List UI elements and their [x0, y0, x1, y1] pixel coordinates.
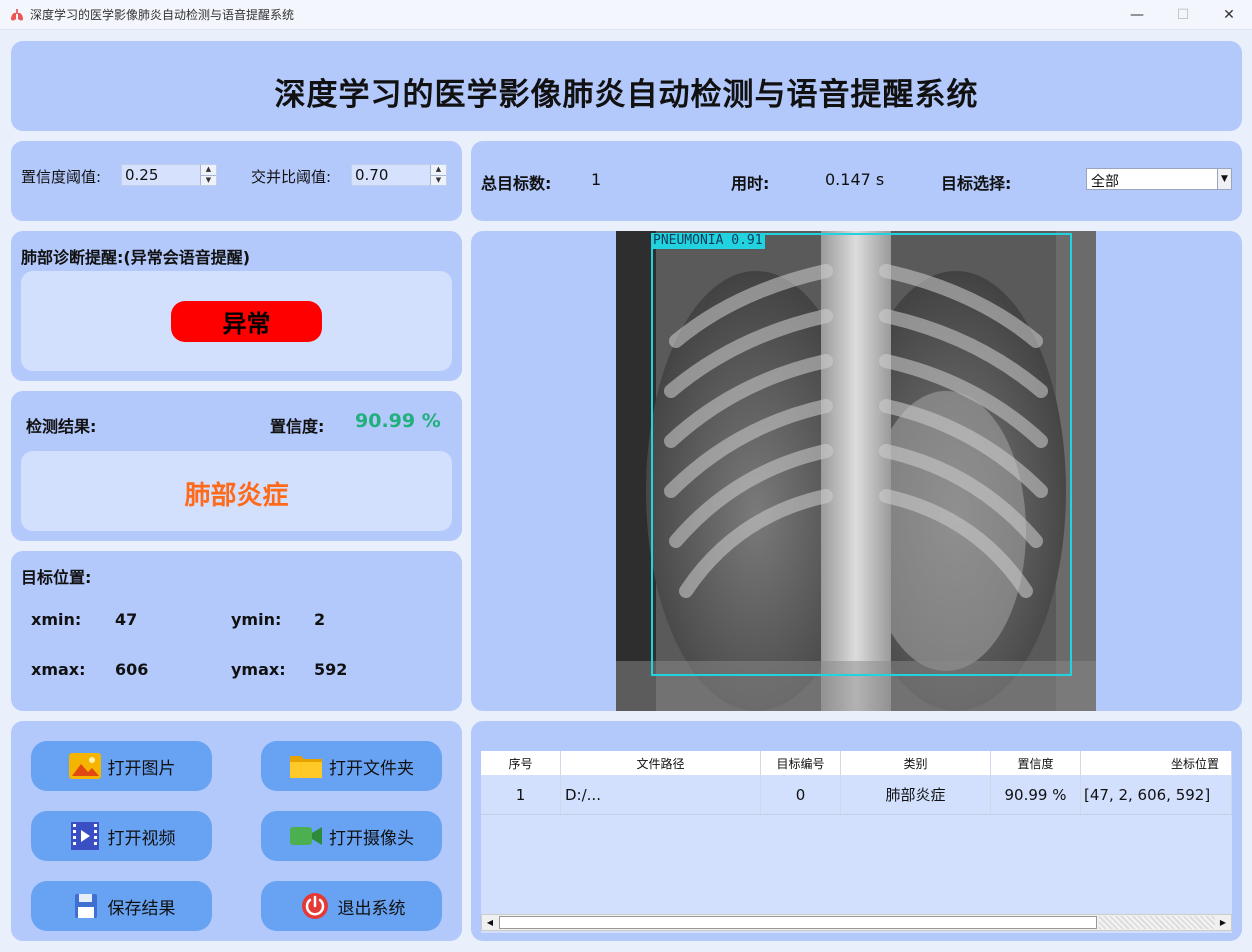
iou-threshold-label: 交并比阈值:	[251, 168, 332, 186]
iou-threshold-value[interactable]: 0.70	[352, 165, 430, 185]
open-camera-button[interactable]: 打开摄像头	[261, 811, 442, 861]
detection-label: PNEUMONIA 0.91	[651, 233, 765, 249]
open-folder-label: 打开文件夹	[329, 758, 414, 779]
ymax-value: 592	[314, 660, 348, 679]
cell-file-path[interactable]: D:/...	[561, 775, 761, 814]
open-camera-label: 打开摄像头	[329, 828, 414, 849]
header-target-id[interactable]: 目标编号	[761, 751, 841, 775]
spin-down-icon[interactable]: ▼	[201, 176, 216, 186]
close-button[interactable]: ✕	[1206, 0, 1252, 30]
total-targets-label: 总目标数:	[481, 174, 552, 193]
power-icon	[301, 893, 328, 919]
header-file-path[interactable]: 文件路径	[561, 751, 761, 775]
scrollbar-track[interactable]	[1099, 916, 1215, 929]
cell-coordinates[interactable]: [47, 2, 606, 592]	[1081, 775, 1232, 814]
open-image-label: 打开图片	[107, 758, 176, 779]
table-row[interactable]: 1 D:/... 0 肺部炎症 90.99 % [47, 2, 606, 592…	[481, 775, 1232, 815]
header-confidence[interactable]: 置信度	[991, 751, 1081, 775]
result-box: 肺部炎症	[21, 451, 452, 531]
cell-index[interactable]: 1	[481, 775, 561, 814]
confidence-value: 90.99 %	[355, 410, 441, 432]
ymin-value: 2	[314, 610, 326, 629]
xmax-value: 606	[115, 660, 149, 679]
spin-up-icon[interactable]: ▲	[431, 165, 446, 176]
video-icon	[70, 822, 99, 850]
xmin-value: 47	[115, 610, 138, 629]
actions-panel: 打开图片 打开文件夹 打开视频 打开摄像头 保存结果 退出系统	[11, 721, 462, 941]
target-position-panel: 目标位置: xmin: 47 ymin: 2 xmax: 606 ymax: 5…	[11, 551, 462, 711]
iou-threshold-spinbox[interactable]: 0.70 ▲ ▼	[351, 164, 447, 186]
stats-panel: 总目标数: 1 用时: 0.147 s 目标选择: 全部 ▼	[471, 141, 1242, 221]
table-header: 序号 文件路径 目标编号 类别 置信度 坐标位置	[481, 751, 1232, 775]
conf-threshold-spinbox[interactable]: 0.25 ▲ ▼	[121, 164, 217, 186]
minimize-button[interactable]: —	[1114, 0, 1160, 30]
xray-image: PNEUMONIA 0.91	[616, 231, 1096, 711]
time-value: 0.147 s	[825, 170, 885, 189]
floppy-disk-icon	[74, 894, 97, 918]
maximize-button[interactable]: ☐	[1160, 0, 1206, 30]
xmin-label: xmin:	[31, 610, 82, 629]
spin-down-icon[interactable]: ▼	[431, 176, 446, 186]
results-table[interactable]: 序号 文件路径 目标编号 类别 置信度 坐标位置 1 D:/... 0 肺部炎症…	[481, 751, 1232, 933]
window-title: 深度学习的医学影像肺炎自动检测与语音提醒系统	[30, 8, 295, 22]
exit-system-button[interactable]: 退出系统	[261, 881, 442, 931]
confidence-label: 置信度:	[270, 417, 325, 436]
conf-threshold-value[interactable]: 0.25	[122, 165, 200, 185]
table-horizontal-scrollbar[interactable]: ◀ ▶	[481, 914, 1232, 931]
total-targets-value: 1	[591, 170, 602, 189]
scrollbar-thumb[interactable]	[499, 916, 1097, 929]
header-panel: 深度学习的医学影像肺炎自动检测与语音提醒系统	[11, 41, 1242, 131]
target-select-label: 目标选择:	[941, 174, 1012, 193]
open-video-label: 打开视频	[107, 828, 176, 849]
camera-icon	[290, 827, 322, 845]
exit-system-label: 退出系统	[337, 898, 406, 919]
ymin-label: ymin:	[231, 610, 282, 629]
cell-class[interactable]: 肺部炎症	[841, 775, 991, 814]
alert-status-badge: 异常	[171, 301, 322, 342]
detection-result-panel: 检测结果: 置信度: 90.99 % 肺部炎症	[11, 391, 462, 541]
cell-confidence[interactable]: 90.99 %	[991, 775, 1081, 814]
chevron-down-icon[interactable]: ▼	[1217, 169, 1231, 189]
open-video-button[interactable]: 打开视频	[31, 811, 212, 861]
target-select-dropdown[interactable]: 全部 ▼	[1086, 168, 1232, 190]
cell-target-id[interactable]: 0	[761, 775, 841, 814]
save-result-label: 保存结果	[107, 898, 176, 919]
header-class[interactable]: 类别	[841, 751, 991, 775]
ymax-label: ymax:	[231, 660, 286, 679]
spin-up-icon[interactable]: ▲	[201, 165, 216, 176]
folder-icon	[290, 756, 322, 778]
conf-threshold-label: 置信度阈值:	[21, 168, 102, 186]
image-icon	[68, 753, 101, 779]
detection-bounding-box	[651, 233, 1072, 676]
scroll-right-icon[interactable]: ▶	[1215, 915, 1231, 930]
lungs-icon	[11, 8, 23, 20]
header-coordinates[interactable]: 坐标位置	[1081, 751, 1232, 775]
result-class-text: 肺部炎症	[184, 481, 289, 511]
scroll-left-icon[interactable]: ◀	[482, 915, 498, 930]
time-label: 用时:	[731, 174, 770, 193]
alert-title: 肺部诊断提醒:(异常会语音提醒)	[21, 248, 251, 267]
target-select-value[interactable]: 全部	[1087, 169, 1217, 190]
result-label: 检测结果:	[26, 417, 97, 436]
diagnosis-alert-panel: 肺部诊断提醒:(异常会语音提醒) 异常	[11, 231, 462, 381]
alert-box: 异常	[21, 271, 452, 371]
page-title: 深度学习的医学影像肺炎自动检测与语音提醒系统	[274, 77, 979, 113]
params-panel: 置信度阈值: 0.25 ▲ ▼ 交并比阈值: 0.70 ▲ ▼	[11, 141, 462, 221]
open-image-button[interactable]: 打开图片	[31, 741, 212, 791]
xmax-label: xmax:	[31, 660, 86, 679]
window-titlebar: 深度学习的医学影像肺炎自动检测与语音提醒系统 — ☐ ✕	[0, 0, 1252, 30]
open-folder-button[interactable]: 打开文件夹	[261, 741, 442, 791]
position-title: 目标位置:	[21, 568, 92, 587]
save-result-button[interactable]: 保存结果	[31, 881, 212, 931]
header-index[interactable]: 序号	[481, 751, 561, 775]
